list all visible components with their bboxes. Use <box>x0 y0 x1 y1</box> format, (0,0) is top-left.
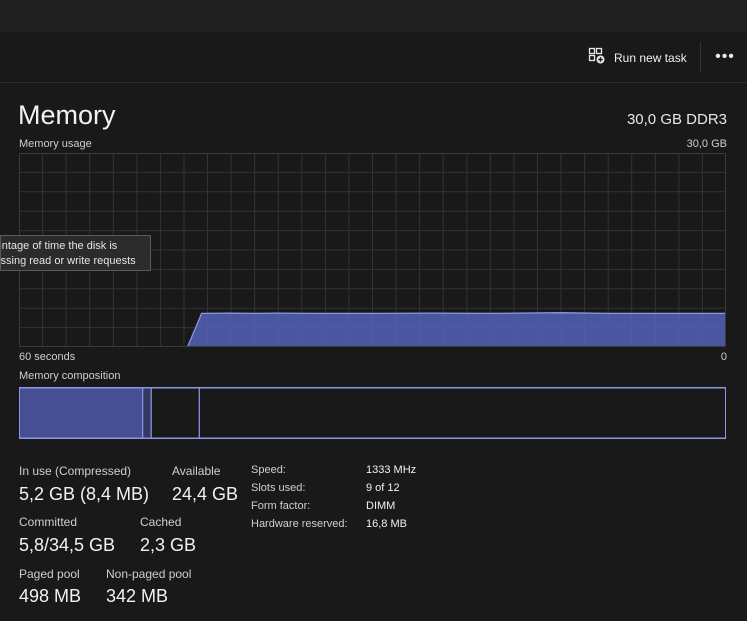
paged-pool-value: 498 MB <box>19 586 82 606</box>
memory-composition-label: Memory composition <box>19 370 121 382</box>
speed-value: 1333 MHz <box>366 464 417 476</box>
composition-segment-in-use <box>19 387 144 439</box>
graph-axis-left: 60 seconds <box>19 351 76 363</box>
tooltip: Percentage of time the disk is processin… <box>0 235 151 271</box>
run-new-task-label: Run new task <box>614 51 687 65</box>
cached-value: 2,3 GB <box>140 535 197 555</box>
composition-segment-free <box>198 387 726 439</box>
memory-composition-bar <box>19 387 726 439</box>
toolbar-divider <box>700 42 701 72</box>
graph-axis-right: 0 <box>720 351 727 363</box>
memory-usage-max: 30,0 GB <box>686 138 727 150</box>
tooltip-line-2: processing read or write requests <box>0 255 136 267</box>
non-paged-pool-value: 342 MB <box>106 586 169 606</box>
run-new-task-button[interactable]: Run new task <box>588 47 687 69</box>
cached-label: Cached <box>140 515 182 529</box>
form-factor-value: DIMM <box>366 500 396 512</box>
memory-spec: 30,0 GB DDR3 <box>626 111 727 128</box>
composition-segment-standby <box>150 387 200 439</box>
in-use-value: 5,2 GB (8,4 MB) <box>19 484 150 504</box>
page-title: Memory <box>18 100 116 130</box>
available-value: 24,4 GB <box>172 484 239 504</box>
memory-usage-label: Memory usage <box>19 138 92 150</box>
composition-segment-modified <box>142 387 152 439</box>
form-factor-label: Form factor: <box>251 500 311 512</box>
run-task-icon <box>588 47 606 70</box>
slots-used-label: Slots used: <box>251 482 306 494</box>
available-label: Available <box>172 464 221 478</box>
hardware-reserved-label: Hardware reserved: <box>251 518 348 530</box>
slots-used-value: 9 of 12 <box>366 482 400 494</box>
hardware-reserved-value: 16,8 MB <box>366 518 407 530</box>
speed-label: Speed: <box>251 464 286 476</box>
committed-value: 5,8/34,5 GB <box>19 535 116 555</box>
committed-label: Committed <box>19 515 78 529</box>
usage-area <box>19 312 726 347</box>
tooltip-line-1: Percentage of time the disk is <box>1 240 118 252</box>
non-paged-pool-label: Non-paged pool <box>106 567 192 581</box>
paged-pool-label: Paged pool <box>19 567 80 581</box>
title-bar <box>0 0 747 32</box>
more-options-icon[interactable]: ••• <box>712 48 738 68</box>
in-use-label: In use (Compressed) <box>19 464 132 478</box>
